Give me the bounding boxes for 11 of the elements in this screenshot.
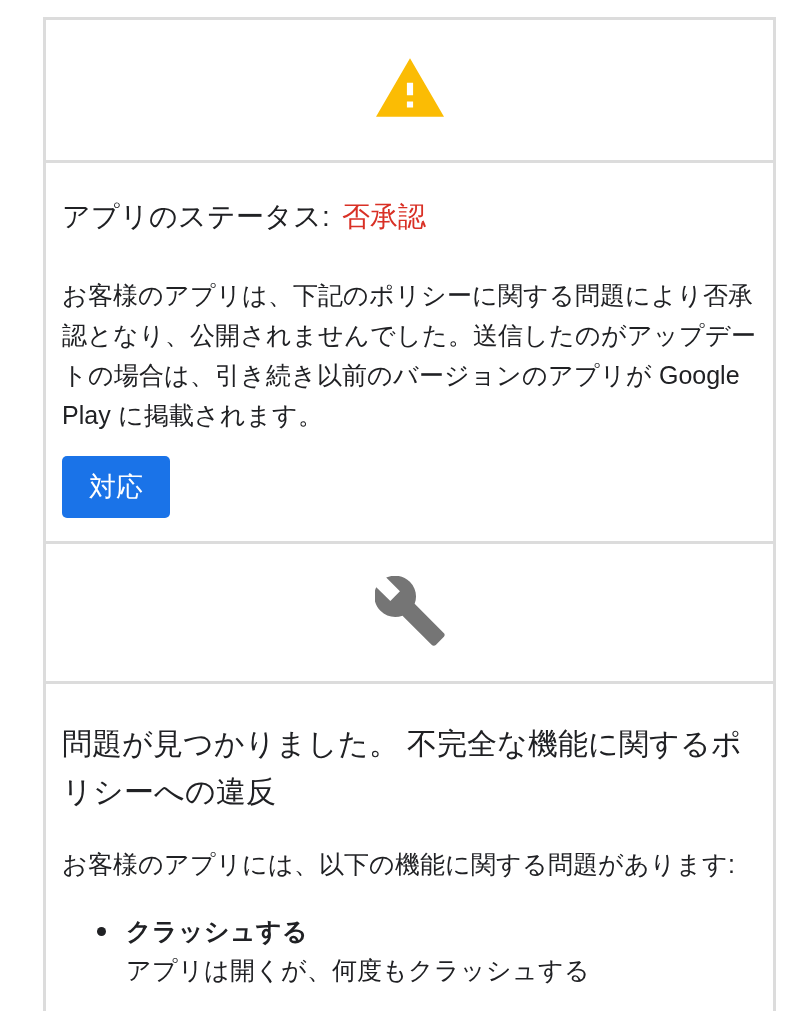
- issue-name: クラッシュする: [126, 916, 309, 947]
- warning-icon: [375, 58, 444, 117]
- issue-title: 問題が見つかりました。 不完全な機能に関するポリシーへの違反: [62, 726, 744, 810]
- respond-button[interactable]: 対応: [62, 456, 170, 518]
- issue-intro: お客様のアプリには、以下の機能に関する問題があります:: [62, 849, 736, 880]
- description-text: お客様のアプリは、下記のポリシーに関する問題により否承認となり、公開されませんでした。送信したのがアップデートの場合は、引き続き以前のバージョンのアプリが Google Play に掲載されます。: [62, 280, 757, 431]
- wrench-icon: [374, 576, 445, 646]
- status-label: アプリのステータス:: [62, 201, 330, 232]
- bullet-icon: [97, 927, 106, 936]
- issue-detail: アプリは開くが、何度もクラッシュする: [126, 955, 590, 986]
- status-value: 否承認: [341, 201, 426, 232]
